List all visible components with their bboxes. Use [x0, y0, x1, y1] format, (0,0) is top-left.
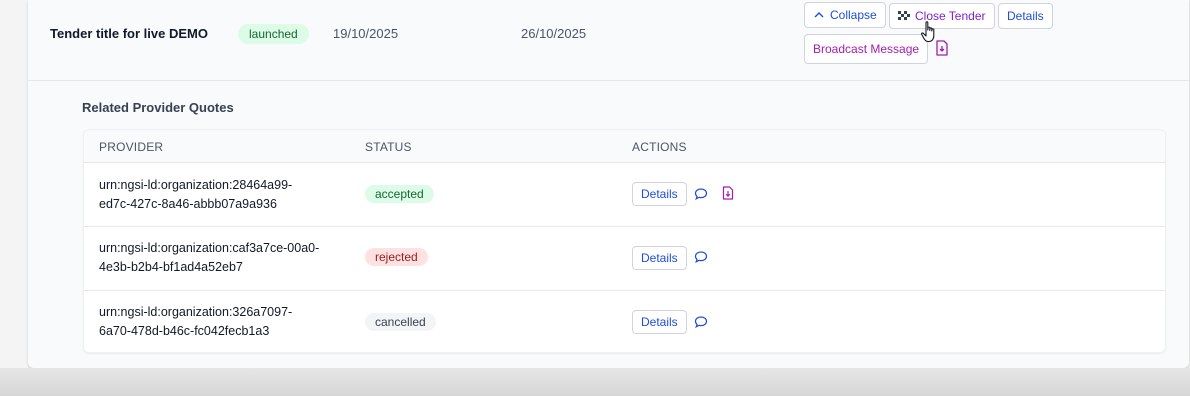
- details-button[interactable]: Details: [632, 310, 687, 334]
- header-status: STATUS: [365, 140, 412, 154]
- provider-id: urn:ngsi-ld:organization:caf3a7ce-00a0- …: [99, 239, 364, 277]
- chat-bubble-icon[interactable]: [694, 315, 708, 329]
- provider-id: urn:ngsi-ld:organization:326a7097- 6a70-…: [99, 303, 364, 341]
- provider-id-line1: urn:ngsi-ld:organization:caf3a7ce-00a0-: [99, 241, 320, 255]
- close-tender-button[interactable]: Close Tender: [889, 3, 995, 29]
- provider-id-line2: 4e3b-b2b4-bf1ad4a52eb7: [99, 260, 243, 274]
- broadcast-label: Broadcast Message: [813, 42, 920, 56]
- table-header: PROVIDER STATUS ACTIONS: [84, 130, 1165, 163]
- status-badge: rejected: [365, 248, 428, 266]
- details-button[interactable]: Details: [632, 182, 687, 206]
- collapse-button[interactable]: Collapse: [804, 2, 886, 28]
- tender-status-badge: launched: [238, 24, 309, 44]
- provider-id-line2: 6a70-478d-b46c-fc042fecb1a3: [99, 324, 270, 338]
- tender-card: Tender title for live DEMO launched 19/1…: [28, 0, 1189, 368]
- checkered-flag-icon: [898, 11, 910, 20]
- tender-row: Tender title for live DEMO launched 19/1…: [28, 0, 1189, 81]
- page-background: [0, 368, 1190, 396]
- provider-id-line1: urn:ngsi-ld:organization:28464a99-: [99, 178, 293, 192]
- broadcast-message-button[interactable]: Broadcast Message: [804, 34, 929, 64]
- status-badge: accepted: [365, 185, 434, 203]
- provider-id-line1: urn:ngsi-ld:organization:326a7097-: [99, 305, 293, 319]
- details-button[interactable]: Details: [632, 246, 687, 270]
- tender-details-label: Details: [1007, 9, 1044, 23]
- page-margin: [0, 0, 28, 368]
- provider-id: urn:ngsi-ld:organization:28464a99- ed7c-…: [99, 176, 364, 214]
- section-title: Related Provider Quotes: [82, 100, 234, 115]
- chevron-up-icon: [814, 12, 824, 18]
- header-provider: PROVIDER: [99, 140, 164, 154]
- tender-start-date: 19/10/2025: [333, 26, 399, 41]
- header-actions: ACTIONS: [632, 140, 687, 154]
- collapse-label: Collapse: [830, 8, 877, 22]
- chat-bubble-icon[interactable]: [694, 250, 708, 264]
- hand-pointer-icon: [920, 21, 935, 43]
- table-row: urn:ngsi-ld:organization:caf3a7ce-00a0- …: [84, 227, 1165, 291]
- table-row: urn:ngsi-ld:organization:326a7097- 6a70-…: [84, 291, 1165, 352]
- provider-id-line2: ed7c-427c-8a46-abbb07a9a936: [99, 197, 277, 211]
- tender-end-date: 26/10/2025: [521, 26, 587, 41]
- status-badge: cancelled: [365, 313, 436, 331]
- tender-title: Tender title for live DEMO: [50, 26, 208, 41]
- provider-quotes-table: PROVIDER STATUS ACTIONS urn:ngsi-ld:orga…: [83, 129, 1166, 353]
- document-download-icon[interactable]: [722, 186, 734, 200]
- table-row: urn:ngsi-ld:organization:28464a99- ed7c-…: [84, 163, 1165, 227]
- tender-details-button[interactable]: Details: [998, 3, 1053, 29]
- chat-bubble-icon[interactable]: [694, 187, 708, 201]
